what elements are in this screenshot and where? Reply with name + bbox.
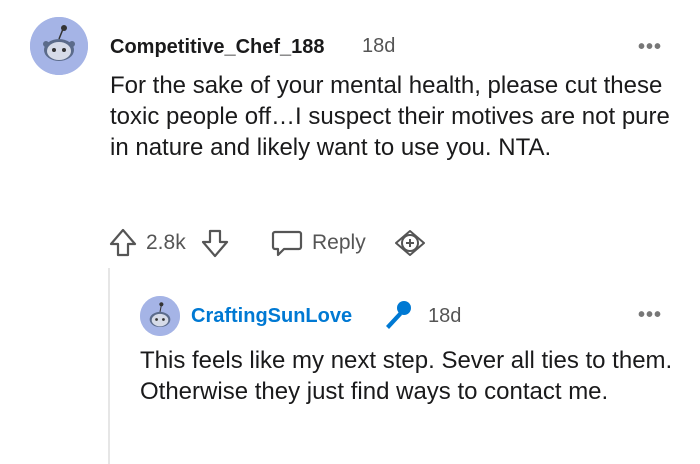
comment-username[interactable]: Competitive_Chef_188 — [110, 36, 325, 59]
snoo-avatar-icon — [30, 17, 88, 75]
avatar[interactable] — [30, 17, 88, 75]
downvote-icon[interactable] — [200, 227, 230, 259]
comment-body: For the sake of your mental health, plea… — [110, 72, 670, 161]
comment-more-options-button[interactable]: ••• — [638, 36, 662, 59]
reply-username[interactable]: CraftingSunLove — [191, 305, 352, 328]
award-plus-icon[interactable] — [393, 228, 427, 258]
vote-score: 2.8k — [146, 231, 186, 254]
reply-avatar[interactable] — [140, 296, 180, 336]
reply-icon[interactable] — [270, 228, 304, 258]
reply-timestamp: 18d — [428, 305, 462, 327]
reply-body: This feels like my next step. Sever all … — [140, 347, 673, 405]
reply-button[interactable]: Reply — [312, 231, 366, 255]
snoo-avatar-icon — [140, 296, 180, 336]
reply-more-options-button[interactable]: ••• — [638, 304, 662, 327]
thread-line[interactable] — [108, 268, 110, 464]
upvote-icon[interactable] — [108, 227, 138, 259]
comment-timestamp: 18d — [362, 35, 396, 57]
microphone-icon — [380, 298, 414, 332]
